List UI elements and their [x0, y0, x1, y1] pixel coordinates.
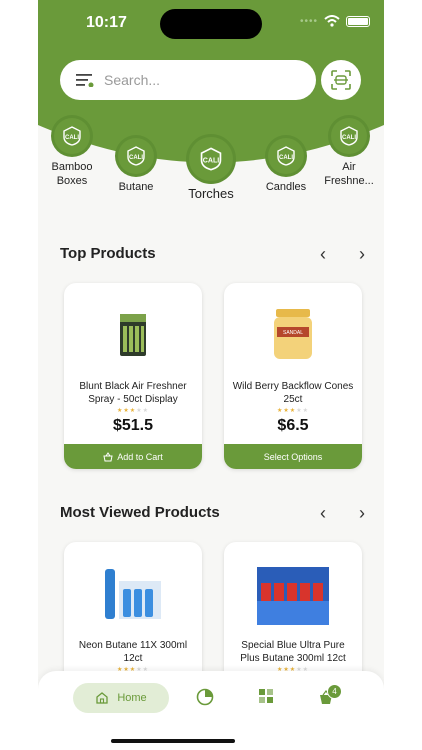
category-label: Bamboo Boxes: [51, 161, 93, 187]
product-image[interactable]: [64, 297, 202, 373]
nav-home-label: Home: [117, 692, 147, 704]
product-card[interactable]: Special Blue Ultra Pure Plus Butane 300m…: [224, 542, 362, 692]
product-image[interactable]: [64, 556, 202, 632]
chevron-left-icon[interactable]: ‹: [320, 503, 326, 524]
rating-stars: ★★★★★: [117, 408, 149, 414]
scan-button[interactable]: [321, 60, 361, 100]
category-label: Butane: [118, 181, 154, 193]
category-candles[interactable]: CALI Candles: [258, 138, 314, 194]
category-butane[interactable]: CALI Butane: [108, 138, 164, 194]
filter-menu-icon[interactable]: [76, 73, 94, 87]
add-to-cart-label: Add to Cart: [117, 451, 163, 462]
product-name: Blunt Black Air Freshner Spray - 50ct Di…: [79, 381, 187, 405]
home-indicator: [111, 739, 235, 743]
app-screen: 10:17 •••• Search... CALI Bamboo Boxes C…: [38, 0, 384, 750]
category-label: Candles: [265, 181, 307, 193]
rating-stars: ★★★★★: [277, 408, 309, 414]
svg-text:CALI: CALI: [203, 157, 220, 165]
chevron-left-icon[interactable]: ‹: [320, 244, 326, 265]
product-price: $6.5: [277, 417, 309, 434]
grid-icon[interactable]: [258, 688, 274, 704]
dynamic-island: [160, 9, 262, 39]
product-image[interactable]: SANDAL: [224, 297, 362, 373]
category-logo-icon: CALI: [54, 118, 90, 154]
svg-text:CALI: CALI: [65, 135, 79, 141]
home-icon: [96, 692, 108, 704]
nav-cart[interactable]: 4: [318, 684, 342, 708]
product-image[interactable]: [224, 556, 362, 632]
product-name: Neon Butane 11X 300ml 12ct: [78, 640, 188, 664]
search-input[interactable]: Search...: [104, 72, 160, 88]
add-to-cart-button[interactable]: Add to Cart: [64, 444, 202, 469]
chevron-right-icon[interactable]: ›: [359, 244, 365, 265]
cart-count-badge: 4: [327, 684, 342, 699]
product-card[interactable]: SANDAL Wild Berry Backflow Cones 25ct ★★…: [224, 283, 362, 469]
status-icons: ••••: [300, 15, 370, 27]
scan-icon: [331, 70, 351, 90]
category-air-freshener[interactable]: CALI Air Freshne...: [320, 118, 378, 188]
category-torches[interactable]: CALI Torches: [181, 137, 241, 201]
section-title-top-products: Top Products: [60, 245, 156, 262]
category-logo-icon: CALI: [331, 118, 367, 154]
pie-chart-icon[interactable]: [196, 688, 214, 706]
product-price: $51.5: [112, 417, 154, 434]
select-options-button[interactable]: Select Options: [224, 444, 362, 469]
basket-icon: [103, 451, 113, 461]
signal-icon: ••••: [299, 15, 318, 27]
product-name: Wild Berry Backflow Cones 25ct: [232, 381, 354, 405]
svg-text:CALI: CALI: [279, 155, 293, 161]
category-label: Air Freshne...: [324, 161, 374, 187]
category-logo-icon: CALI: [268, 138, 304, 174]
product-card[interactable]: Blunt Black Air Freshner Spray - 50ct Di…: [64, 283, 202, 469]
svg-text:CALI: CALI: [342, 135, 356, 141]
category-logo-icon: CALI: [189, 137, 233, 181]
svg-text:SANDAL: SANDAL: [283, 330, 303, 336]
product-card[interactable]: Neon Butane 11X 300ml 12ct ★★★★★: [64, 542, 202, 692]
battery-icon: [346, 15, 370, 27]
product-name: Special Blue Ultra Pure Plus Butane 300m…: [240, 640, 346, 664]
search-bar[interactable]: Search...: [60, 60, 316, 100]
chevron-right-icon[interactable]: ›: [359, 503, 365, 524]
status-time: 10:17: [86, 14, 127, 31]
category-label: Torches: [188, 186, 234, 201]
svg-text:CALI: CALI: [129, 155, 143, 161]
category-logo-icon: CALI: [118, 138, 154, 174]
section-title-most-viewed: Most Viewed Products: [60, 504, 220, 521]
nav-home[interactable]: Home: [73, 683, 169, 713]
wifi-icon: [324, 15, 340, 27]
category-bamboo-boxes[interactable]: CALI Bamboo Boxes: [44, 118, 100, 188]
